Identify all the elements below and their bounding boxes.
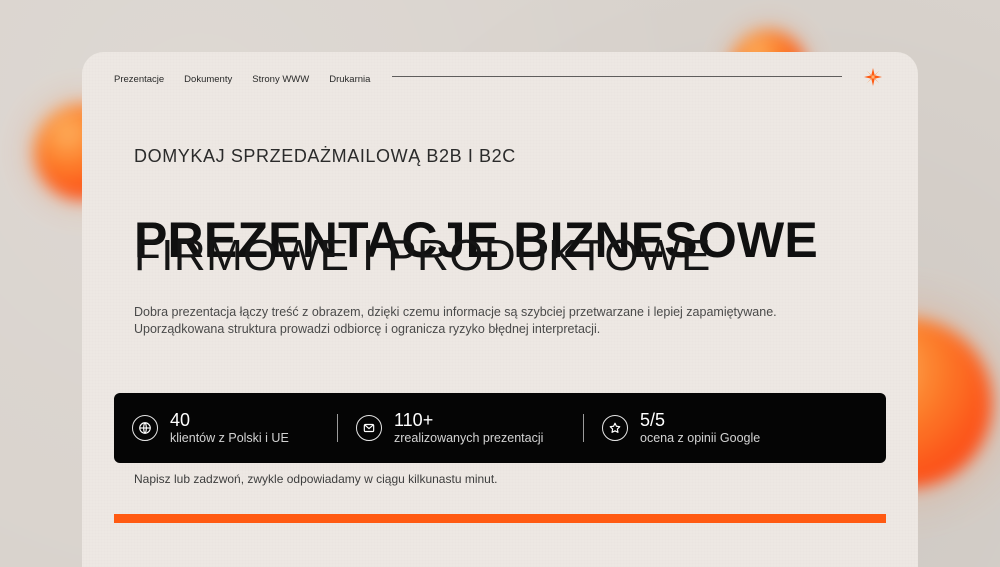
nav-divider-line — [392, 76, 842, 77]
stat-presentations-text: 110+ zrealizowanych prezentacji — [394, 411, 543, 445]
stats-bar: 40 klientów z Polski i UE 110+ zrealizow… — [114, 393, 886, 463]
stat-presentations-label: zrealizowanych prezentacji — [394, 431, 544, 445]
stat-rating-label: ocena z opinii Google — [640, 431, 761, 445]
globe-icon — [132, 415, 158, 441]
stat-clients-value: 40 — [170, 410, 191, 430]
logo-star-icon[interactable] — [862, 66, 884, 88]
stat-clients: 40 klientów z Polski i UE — [132, 405, 337, 451]
nav-item-prezentacje[interactable]: Prezentacje — [114, 74, 164, 85]
stat-rating: 5/5 ocena z opinii Google — [584, 405, 844, 451]
hero-card: Prezentacje Dokumenty Strony WWW Drukarn… — [82, 52, 918, 567]
top-navigation: Prezentacje Dokumenty Strony WWW Drukarn… — [114, 70, 370, 88]
hero-subheadline: FIRMOWE I PRODUKTOWE — [134, 231, 711, 280]
hero-description-line-2: Uporządkowana struktura prowadzi odbiorc… — [134, 322, 601, 336]
stat-rating-value: 5/5 — [640, 410, 666, 430]
hero-description-line-1: Dobra prezentacja łączy treść z obrazem,… — [134, 305, 777, 319]
stat-clients-text: 40 klientów z Polski i UE — [170, 411, 289, 445]
stat-presentations-value: 110+ — [394, 410, 434, 430]
contact-note: Napisz lub zadzwoń, zwykle odpowiadamy w… — [134, 472, 498, 486]
hero-description: Dobra prezentacja łączy treść z obrazem,… — [134, 304, 894, 338]
nav-item-drukarnia[interactable]: Drukarnia — [329, 74, 370, 85]
stat-presentations: 110+ zrealizowanych prezentacji — [338, 405, 583, 451]
stat-rating-text: 5/5 ocena z opinii Google — [640, 411, 760, 445]
stat-clients-label: klientów z Polski i UE — [170, 431, 289, 445]
star-icon — [602, 415, 628, 441]
orange-bottom-bar — [114, 514, 886, 523]
mail-icon — [356, 415, 382, 441]
nav-item-strony-www[interactable]: Strony WWW — [252, 74, 309, 85]
nav-item-dokumenty[interactable]: Dokumenty — [184, 74, 232, 85]
hero-kicker: DOMYKAJ SPRZEDAŻMAILOWĄ B2B I B2C — [134, 146, 516, 166]
